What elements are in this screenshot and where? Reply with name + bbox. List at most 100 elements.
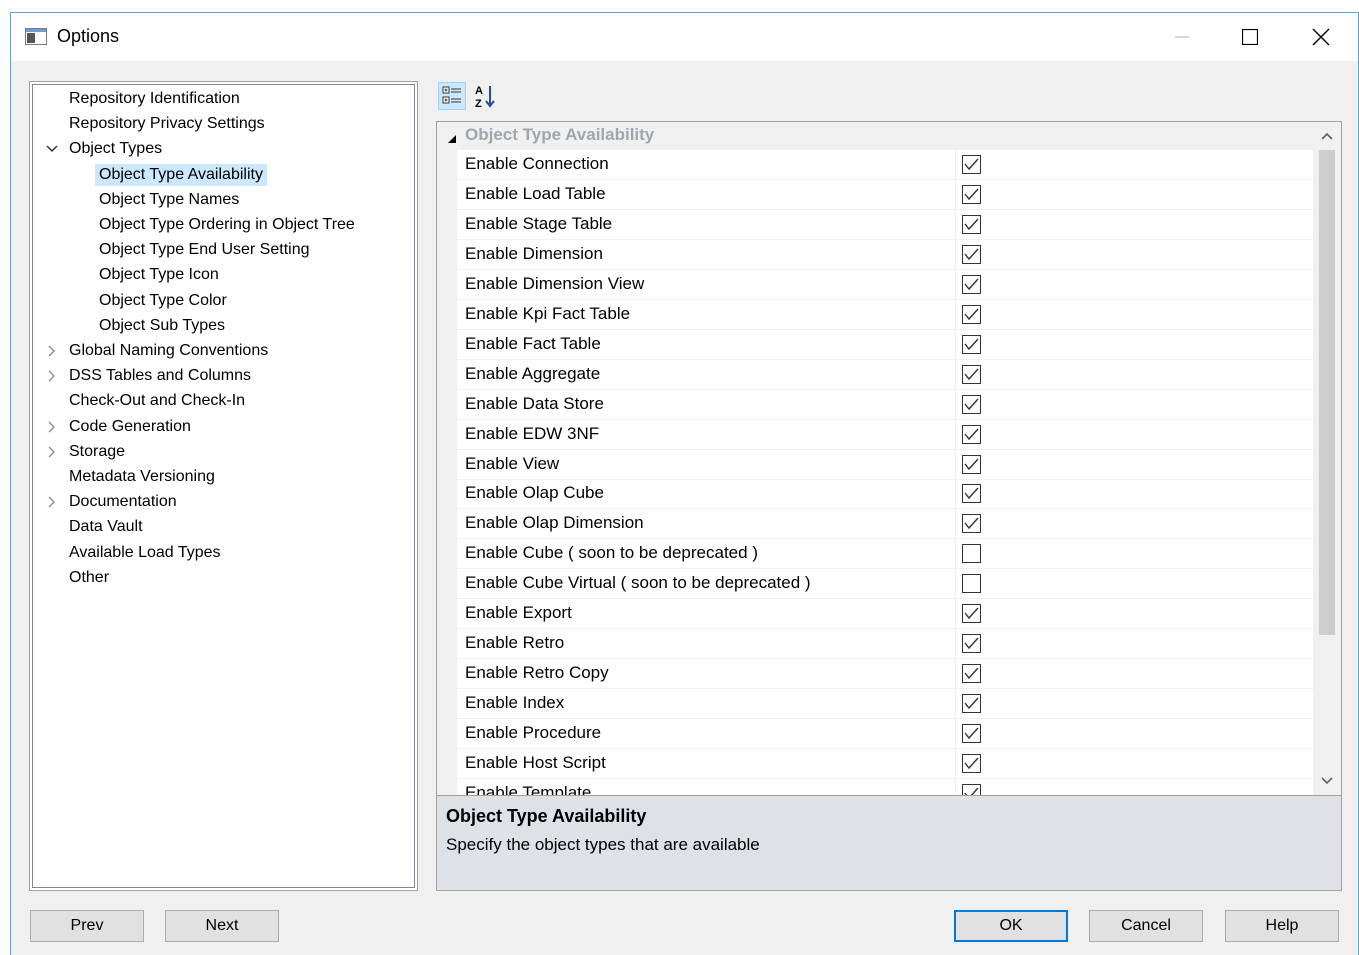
tree-item-other[interactable]: Other bbox=[65, 567, 113, 589]
chevron-right-icon[interactable] bbox=[45, 441, 59, 463]
property-row[interactable]: Enable Host Script bbox=[437, 749, 1313, 779]
property-row[interactable]: Enable Retro Copy bbox=[437, 659, 1313, 690]
checked-checkbox[interactable] bbox=[962, 634, 981, 654]
property-row[interactable]: Enable Retro bbox=[437, 629, 1313, 660]
property-row[interactable]: Enable Aggregate bbox=[437, 359, 1313, 390]
property-row[interactable]: Enable Procedure bbox=[437, 719, 1313, 750]
tree-item-object-types[interactable]: Object Types bbox=[65, 138, 166, 160]
property-row[interactable]: Enable Stage Table bbox=[437, 209, 1313, 240]
minimize-button[interactable] bbox=[1159, 13, 1205, 61]
tree-item-object-type-ordering-in-object-tree[interactable]: Object Type Ordering in Object Tree bbox=[95, 214, 359, 236]
checked-checkbox[interactable] bbox=[962, 274, 981, 294]
categorized-button[interactable] bbox=[438, 82, 466, 110]
chevron-down-icon[interactable] bbox=[45, 138, 59, 160]
property-row[interactable]: Enable Kpi Fact Table bbox=[437, 299, 1313, 330]
checked-checkbox[interactable] bbox=[962, 424, 981, 444]
checked-checkbox[interactable] bbox=[962, 454, 981, 474]
checked-checkbox[interactable] bbox=[962, 724, 981, 744]
column-divider bbox=[955, 179, 956, 209]
property-row[interactable]: Enable View bbox=[437, 449, 1313, 480]
property-row[interactable]: Enable Cube Virtual ( soon to be depreca… bbox=[437, 569, 1313, 600]
tree-item-object-type-color[interactable]: Object Type Color bbox=[95, 290, 231, 312]
collapse-triangle-icon[interactable] bbox=[447, 131, 457, 149]
chevron-right-icon[interactable] bbox=[45, 365, 59, 387]
close-button[interactable] bbox=[1298, 13, 1344, 61]
property-row[interactable]: Enable Fact Table bbox=[437, 329, 1313, 360]
tree-item-storage[interactable]: Storage bbox=[65, 441, 129, 463]
tree-item-object-type-names[interactable]: Object Type Names bbox=[95, 189, 243, 211]
tree-item-data-vault[interactable]: Data Vault bbox=[65, 516, 147, 538]
tree-item-global-naming-conventions[interactable]: Global Naming Conventions bbox=[65, 340, 272, 362]
property-name: Enable Stage Table bbox=[465, 213, 613, 233]
chevron-right-icon[interactable] bbox=[45, 340, 59, 362]
chevron-right-icon[interactable] bbox=[45, 491, 59, 513]
alphabetical-sort-button[interactable]: A Z bbox=[471, 82, 499, 110]
checked-checkbox[interactable] bbox=[962, 394, 981, 414]
scrollbar-thumb[interactable] bbox=[1319, 150, 1335, 635]
tree-item-object-type-availability[interactable]: Object Type Availability bbox=[95, 163, 267, 186]
checked-checkbox[interactable] bbox=[962, 364, 981, 384]
checked-checkbox[interactable] bbox=[962, 334, 981, 354]
property-row[interactable]: Enable Olap Cube bbox=[437, 479, 1313, 510]
property-name: Enable Kpi Fact Table bbox=[465, 303, 631, 323]
row-gutter bbox=[437, 359, 457, 389]
checked-checkbox[interactable] bbox=[962, 604, 981, 624]
tree-item-available-load-types[interactable]: Available Load Types bbox=[65, 542, 225, 564]
next-button[interactable]: Next bbox=[165, 910, 279, 942]
options-tree[interactable]: Repository Identification Repository Priv… bbox=[29, 81, 418, 891]
property-row[interactable]: Enable Dimension bbox=[437, 239, 1313, 270]
checked-checkbox[interactable] bbox=[962, 514, 981, 534]
tree-item-repository-identification[interactable]: Repository Identification bbox=[65, 88, 244, 110]
property-row[interactable]: Enable Connection bbox=[437, 150, 1313, 180]
checked-checkbox[interactable] bbox=[962, 244, 981, 264]
checked-checkbox[interactable] bbox=[962, 214, 981, 234]
row-gutter bbox=[437, 778, 457, 795]
ok-button[interactable]: OK bbox=[954, 910, 1068, 942]
property-name: Enable Retro Copy bbox=[465, 663, 609, 683]
tree-item-object-sub-types[interactable]: Object Sub Types bbox=[95, 315, 229, 337]
property-row[interactable]: Enable Index bbox=[437, 689, 1313, 720]
tree-item-documentation[interactable]: Documentation bbox=[65, 491, 181, 513]
checked-checkbox[interactable] bbox=[962, 694, 981, 714]
tree-item-code-generation[interactable]: Code Generation bbox=[65, 416, 195, 438]
cancel-button[interactable]: Cancel bbox=[1089, 910, 1203, 942]
checked-checkbox[interactable] bbox=[962, 184, 981, 204]
vertical-scrollbar[interactable] bbox=[1313, 122, 1341, 795]
checked-checkbox[interactable] bbox=[962, 155, 981, 174]
property-row[interactable]: Enable Data Store bbox=[437, 389, 1313, 420]
checked-checkbox[interactable] bbox=[962, 754, 981, 773]
scroll-up-button[interactable] bbox=[1313, 122, 1341, 150]
tree-item-check-out-and-check-in[interactable]: Check-Out and Check-In bbox=[65, 390, 249, 412]
checkmark-icon bbox=[964, 727, 979, 740]
checked-checkbox[interactable] bbox=[962, 664, 981, 684]
property-grid[interactable]: Object Type Availability Enable Connecti… bbox=[436, 121, 1342, 796]
property-row[interactable]: Enable Export bbox=[437, 599, 1313, 630]
property-row[interactable]: Enable Load Table bbox=[437, 179, 1313, 210]
property-row[interactable]: Enable Template bbox=[437, 778, 1313, 795]
tree-item-metadata-versioning[interactable]: Metadata Versioning bbox=[65, 466, 219, 488]
tree-item-repository-privacy-settings[interactable]: Repository Privacy Settings bbox=[65, 113, 269, 135]
scroll-down-button[interactable] bbox=[1313, 767, 1341, 795]
unchecked-checkbox[interactable] bbox=[962, 574, 981, 594]
row-gutter bbox=[437, 479, 457, 509]
checked-checkbox[interactable] bbox=[962, 304, 981, 324]
help-button[interactable]: Help bbox=[1225, 910, 1339, 942]
property-row[interactable]: Enable EDW 3NF bbox=[437, 419, 1313, 450]
category-row[interactable]: Object Type Availability bbox=[437, 122, 1313, 150]
column-divider bbox=[955, 449, 956, 479]
chevron-right-icon[interactable] bbox=[45, 416, 59, 438]
property-row[interactable]: Enable Cube ( soon to be deprecated ) bbox=[437, 539, 1313, 570]
tree-item-object-type-icon[interactable]: Object Type Icon bbox=[95, 264, 223, 286]
checkmark-icon bbox=[964, 757, 979, 770]
property-row[interactable]: Enable Dimension View bbox=[437, 269, 1313, 300]
tree-item-object-type-end-user-setting[interactable]: Object Type End User Setting bbox=[95, 239, 313, 261]
title-bar[interactable]: Options bbox=[11, 13, 1358, 61]
column-divider bbox=[955, 509, 956, 539]
unchecked-checkbox[interactable] bbox=[962, 544, 981, 564]
maximize-button[interactable] bbox=[1227, 13, 1273, 61]
prev-button[interactable]: Prev bbox=[30, 910, 144, 942]
property-row[interactable]: Enable Olap Dimension bbox=[437, 509, 1313, 540]
tree-item-dss-tables-and-columns[interactable]: DSS Tables and Columns bbox=[65, 365, 255, 387]
checkmark-icon bbox=[964, 308, 979, 320]
checked-checkbox[interactable] bbox=[962, 484, 981, 504]
